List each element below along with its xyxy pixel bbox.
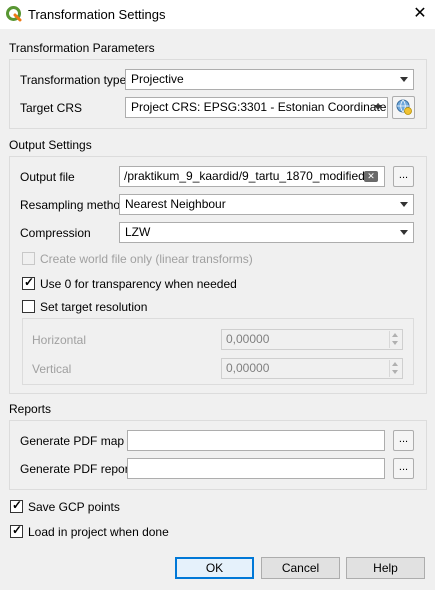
- crs-select-button[interactable]: [392, 96, 415, 119]
- checkmark-icon: ✓: [24, 275, 35, 289]
- transformation-type-value: Projective: [131, 72, 184, 86]
- save-gcp-checkbox[interactable]: ✓: [10, 498, 23, 513]
- close-button[interactable]: ✕: [405, 0, 435, 29]
- world-file-checkbox[interactable]: [22, 252, 35, 265]
- spin-down-icon[interactable]: [389, 368, 401, 377]
- spin-down-icon[interactable]: [389, 339, 401, 348]
- compression-value: LZW: [125, 225, 151, 239]
- pdf-report-input[interactable]: [127, 458, 385, 479]
- vertical-label: Vertical: [32, 362, 72, 376]
- transformation-type-label: Transformation type: [20, 73, 127, 87]
- chevron-down-icon: [400, 77, 408, 82]
- output-file-value: /praktikum_9_kaardid/9_tartu_1870_modifi…: [124, 169, 378, 183]
- use-zero-transparency-checkbox[interactable]: ✓: [22, 275, 35, 290]
- transformation-type-select[interactable]: Projective: [125, 69, 414, 90]
- compression-select[interactable]: LZW: [119, 222, 414, 243]
- world-file-label: Create world file only (linear transform…: [40, 252, 253, 266]
- window-title: Transformation Settings: [28, 7, 166, 22]
- output-file-browse-button[interactable]: ...: [393, 166, 414, 187]
- output-settings-title: Output Settings: [9, 138, 92, 152]
- chevron-down-icon: [400, 230, 408, 235]
- help-button[interactable]: Help: [346, 557, 425, 579]
- resampling-value: Nearest Neighbour: [125, 197, 226, 211]
- load-in-project-label: Load in project when done: [28, 525, 169, 539]
- globe-crs-icon: [396, 99, 412, 115]
- pdf-map-input[interactable]: [127, 430, 385, 451]
- load-in-project-checkbox[interactable]: ✓: [10, 523, 23, 538]
- horizontal-label: Horizontal: [32, 333, 87, 347]
- clear-icon[interactable]: ✕: [364, 171, 378, 182]
- close-icon: ✕: [413, 5, 427, 22]
- chevron-down-icon: [374, 105, 382, 110]
- set-target-resolution-label: Set target resolution: [40, 300, 148, 314]
- output-file-label: Output file: [20, 170, 75, 184]
- use-zero-transparency-label: Use 0 for transparency when needed: [40, 277, 237, 291]
- vertical-spinbox[interactable]: 0,00000: [221, 358, 403, 379]
- output-file-input[interactable]: /praktikum_9_kaardid/9_tartu_1870_modifi…: [119, 166, 385, 187]
- vertical-value: 0,00000: [226, 361, 270, 375]
- checkmark-icon: ✓: [12, 523, 23, 537]
- pdf-map-browse-button[interactable]: ...: [393, 430, 414, 451]
- horizontal-value: 0,00000: [226, 332, 270, 346]
- set-target-resolution-checkbox[interactable]: [22, 300, 35, 313]
- checkmark-icon: ✓: [12, 498, 23, 512]
- qgis-icon: [6, 6, 22, 22]
- transformation-parameters-title: Transformation Parameters: [9, 41, 155, 55]
- pdf-map-label: Generate PDF map: [20, 434, 125, 448]
- ok-button[interactable]: OK: [175, 557, 254, 579]
- target-crs-label: Target CRS: [20, 101, 83, 115]
- horizontal-spinbox[interactable]: 0,00000: [221, 329, 403, 350]
- compression-label: Compression: [20, 226, 91, 240]
- resampling-label: Resampling method: [20, 198, 127, 212]
- target-crs-value: Project CRS: EPSG:3301 - Estonian Coordi…: [131, 100, 387, 114]
- pdf-report-browse-button[interactable]: ...: [393, 458, 414, 479]
- pdf-report-label: Generate PDF report: [20, 462, 133, 476]
- chevron-down-icon: [400, 202, 408, 207]
- save-gcp-label: Save GCP points: [28, 500, 120, 514]
- target-crs-select[interactable]: Project CRS: EPSG:3301 - Estonian Coordi…: [125, 97, 388, 118]
- title-bar: Transformation Settings ✕: [0, 0, 435, 29]
- cancel-button[interactable]: Cancel: [261, 557, 340, 579]
- reports-title: Reports: [9, 402, 52, 416]
- resampling-select[interactable]: Nearest Neighbour: [119, 194, 414, 215]
